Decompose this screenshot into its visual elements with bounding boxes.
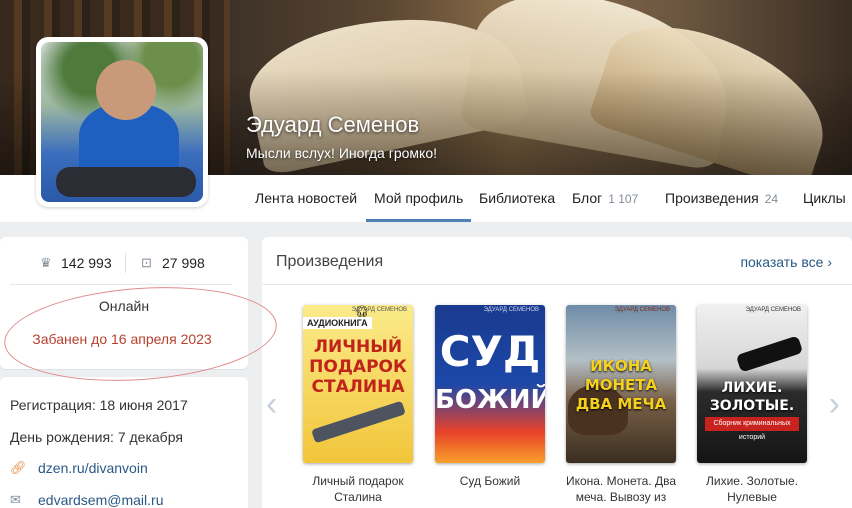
book-cover[interactable]: ЭДУАРД СЕМЕНОВ СУД БОЖИЙ	[435, 305, 545, 463]
avatar-photo	[41, 42, 203, 202]
audiobook-badge: АУДИОКНИГА	[303, 317, 372, 329]
site-link[interactable]: dzen.ru/divanvoin	[38, 460, 148, 476]
book-cover[interactable]: ЭДУАРД СЕМЕНОВ АУДИОКНИГА 🎧︎ ЛИЧНЫЙ ПОДА…	[303, 305, 413, 463]
cover-title: СУД	[439, 327, 541, 376]
book-cover[interactable]: ЭДУАРД СЕМЕНОВ ЛИХИЕ. ЗОЛОТЫЕ. НУЛЕВЫЕ. …	[697, 305, 807, 463]
profile-motto: Мысли вслух! Иногда громко!	[246, 145, 437, 161]
tab-blog[interactable]: Блог 1 107	[572, 175, 638, 222]
cover-title: ИКОНА МОНЕТА ДВА МЕЧА	[575, 357, 667, 413]
birthday: День рождения: 7 декабря	[10, 429, 183, 445]
tab-label: Блог	[572, 190, 603, 206]
profile-name: Эдуард Семенов	[246, 112, 420, 137]
registration-date: Регистрация: 18 июня 2017	[10, 397, 188, 413]
divider	[125, 253, 126, 273]
email-link[interactable]: edvardsem@mail.ru	[38, 492, 163, 508]
tab-news-feed[interactable]: Лента новостей	[255, 175, 357, 222]
carousel-next-arrow[interactable]: ›	[829, 387, 840, 421]
tab-count: 1 107	[608, 192, 639, 206]
carousel-prev-arrow[interactable]: ‹	[266, 387, 277, 421]
bookmark-icon: ⊡	[141, 255, 152, 270]
cover-author: ЭДУАРД СЕМЕНОВ	[745, 307, 801, 313]
tab-label: Произведения	[665, 190, 759, 206]
divider	[10, 284, 232, 285]
info-card: Регистрация: 18 июня 2017 День рождения:…	[0, 377, 248, 508]
book-cover[interactable]: ЭДУАРД СЕМЕНОВ ИКОНА МОНЕТА ДВА МЕЧА	[566, 305, 676, 463]
cover-author: ЭДУАРД СЕМЕНОВ	[614, 307, 670, 313]
stats-card: ♛ 142 993 ⊡ 27 998 Онлайн Забанен до 16 …	[0, 237, 248, 369]
mail-icon: ✉	[10, 492, 21, 507]
email-row: ✉ edvardsem@mail.ru	[10, 492, 163, 508]
site-row: 🔗︎ dzen.ru/divanvoin	[10, 460, 148, 476]
crown-icon: ♛	[40, 255, 52, 270]
works-card: Произведения показать все › ‹ › ЭДУАРД С…	[262, 237, 852, 508]
plane-illustration	[311, 400, 406, 444]
ban-status: Забанен до 16 апреля 2023	[32, 331, 212, 347]
tab-label: Библиотека	[479, 190, 556, 206]
cover-title: БОЖИЙ	[435, 385, 545, 415]
divider	[262, 284, 852, 285]
show-all-label: показать все	[740, 254, 824, 270]
avatar[interactable]	[36, 37, 208, 207]
book-title[interactable]: Лихие. Золотые. Нулевые	[693, 473, 811, 505]
works-title: Произведения	[276, 253, 384, 270]
cover-author: ЭДУАРД СЕМЕНОВ	[483, 307, 539, 313]
cover-title: ЛИЧНЫЙ ПОДАРОК СТАЛИНА	[309, 337, 407, 397]
tab-cycles[interactable]: Циклы	[803, 175, 846, 222]
show-all-link[interactable]: показать все ›	[740, 254, 832, 270]
online-status: Онлайн	[98, 298, 150, 314]
tab-label: Циклы	[803, 190, 846, 206]
link-icon: 🔗︎	[10, 460, 27, 475]
tab-count: 24	[764, 192, 779, 206]
followers-stat[interactable]: ♛ 142 993	[40, 255, 112, 271]
avatar-head	[96, 60, 156, 120]
library-count: 27 998	[162, 255, 205, 271]
followers-count: 142 993	[61, 255, 112, 271]
book-title[interactable]: Суд Божий	[431, 473, 549, 489]
cover-subtitle: Сборник криминальных историй	[705, 417, 799, 441]
gun-illustration	[735, 335, 804, 373]
library-stat[interactable]: ⊡ 27 998	[141, 255, 205, 271]
tab-label: Мой профиль	[374, 190, 464, 206]
chevron-right-icon: ›	[827, 254, 832, 270]
book-title[interactable]: Личный подарок Сталина	[299, 473, 417, 505]
book-title[interactable]: Икона. Монета. Два меча. Вывозу из	[562, 473, 680, 505]
tab-library[interactable]: Библиотека	[479, 175, 555, 222]
tab-label: Лента новостей	[255, 190, 358, 206]
tab-works[interactable]: Произведения 24	[665, 175, 778, 222]
avatar-legs	[56, 167, 196, 197]
headphones-icon: 🎧︎	[355, 306, 369, 318]
tab-my-profile[interactable]: Мой профиль	[366, 175, 472, 222]
